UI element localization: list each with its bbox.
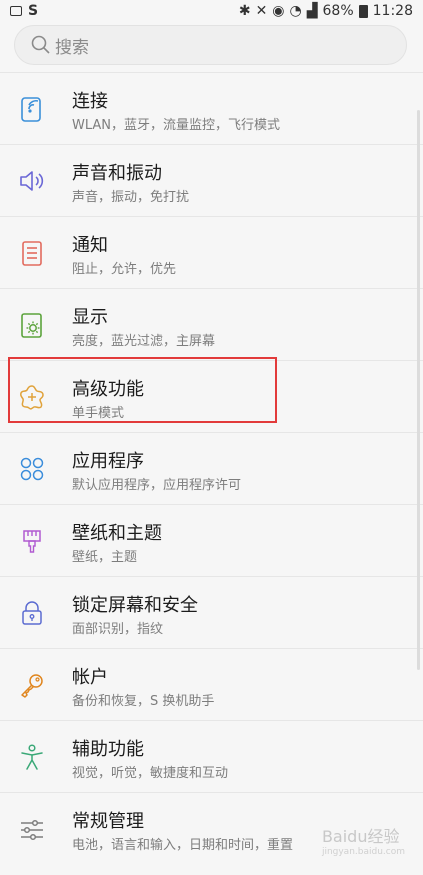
s-app-notification-icon: S	[28, 3, 39, 19]
watermark-sub: jingyan.baidu.com	[321, 847, 405, 857]
display-icon	[21, 313, 42, 338]
settings-item-subtitle: 电池，语言和输入，日期和时间，重置	[72, 838, 294, 853]
settings-item-subtitle: 单手模式	[72, 406, 125, 421]
settings-item-title: 声音和振动	[72, 163, 162, 184]
settings-item-title: 连接	[72, 91, 108, 112]
clock: 11:28	[372, 3, 413, 19]
settings-item-title: 壁纸和主题	[72, 523, 162, 544]
bluetooth-icon: ✱	[238, 3, 251, 19]
gallery-notification-icon	[10, 6, 22, 16]
battery-icon	[358, 4, 368, 18]
mute-icon: ✕	[255, 3, 268, 19]
settings-item-advanced-features[interactable]: 高级功能 单手模式	[0, 361, 423, 433]
settings-item-subtitle: 面部识别，指纹	[72, 622, 164, 637]
scrollbar[interactable]	[417, 110, 420, 670]
settings-item-title: 帐户	[72, 667, 108, 688]
settings-item-apps[interactable]: 应用程序 默认应用程序，应用程序许可	[0, 433, 423, 505]
alarm-icon: ◉	[272, 3, 285, 19]
signal-icon: ▟	[306, 3, 318, 19]
settings-item-lock-screen-security[interactable]: 锁定屏幕和安全 面部识别，指纹	[0, 577, 423, 649]
settings-item-title: 应用程序	[72, 451, 144, 472]
search-icon	[31, 35, 50, 54]
wifi-icon: ◔	[289, 3, 302, 19]
settings-item-subtitle: 壁纸，主题	[72, 550, 138, 565]
apps-icon	[20, 457, 44, 481]
settings-item-title: 锁定屏幕和安全	[72, 595, 198, 616]
settings-item-sound[interactable]: 声音和振动 声音，振动，免打扰	[0, 145, 423, 217]
settings-item-subtitle: WLAN，蓝牙，流量监控，飞行模式	[72, 118, 281, 133]
battery-percent: 68%	[322, 3, 354, 19]
settings-item-subtitle: 阻止，允许，优先	[72, 262, 177, 277]
settings-item-subtitle: 声音，振动，免打扰	[72, 190, 190, 205]
settings-item-wallpapers-themes[interactable]: 壁纸和主题 壁纸，主题	[0, 505, 423, 577]
settings-item-accounts[interactable]: 帐户 备份和恢复，S 换机助手	[0, 649, 423, 721]
key-icon	[21, 674, 43, 698]
settings-item-title: 显示	[72, 307, 108, 328]
sound-icon	[20, 171, 44, 191]
search-bar[interactable]: 搜索	[14, 25, 407, 65]
settings-item-title: 高级功能	[72, 379, 144, 400]
advanced-features-icon	[20, 385, 44, 410]
settings-item-notifications[interactable]: 通知 阻止，允许，优先	[0, 217, 423, 289]
settings-item-accessibility[interactable]: 辅助功能 视觉，听觉，敏捷度和互动	[0, 721, 423, 793]
accessibility-icon	[21, 744, 43, 770]
lock-icon	[22, 601, 42, 625]
sliders-icon	[21, 819, 43, 841]
wallpaper-icon	[23, 530, 41, 553]
search-placeholder: 搜索	[55, 37, 89, 58]
settings-list: 连接 WLAN，蓝牙，流量监控，飞行模式 声音和振动 声音，振动，免打扰 通知 …	[0, 73, 423, 865]
settings-item-subtitle: 备份和恢复，S 换机助手	[72, 694, 215, 709]
settings-item-title: 常规管理	[72, 811, 144, 832]
notification-icon	[22, 241, 42, 266]
settings-item-connections[interactable]: 连接 WLAN，蓝牙，流量监控，飞行模式	[0, 73, 423, 145]
settings-item-subtitle: 视觉，听觉，敏捷度和互动	[72, 766, 229, 781]
settings-item-subtitle: 默认应用程序，应用程序许可	[72, 478, 242, 493]
status-bar: S ✱ ✕ ◉ ◔ ▟ 68% 11:28	[0, 0, 423, 22]
settings-item-title: 通知	[72, 235, 108, 256]
watermark: Baidu经验 jingyan.baidu.com	[322, 823, 405, 857]
watermark-text: Baidu经验	[321, 827, 400, 846]
settings-item-subtitle: 亮度，蓝光过滤，主屏幕	[72, 334, 216, 349]
settings-item-title: 辅助功能	[72, 739, 144, 760]
settings-item-display[interactable]: 显示 亮度，蓝光过滤，主屏幕	[0, 289, 423, 361]
connection-icon	[21, 97, 41, 122]
